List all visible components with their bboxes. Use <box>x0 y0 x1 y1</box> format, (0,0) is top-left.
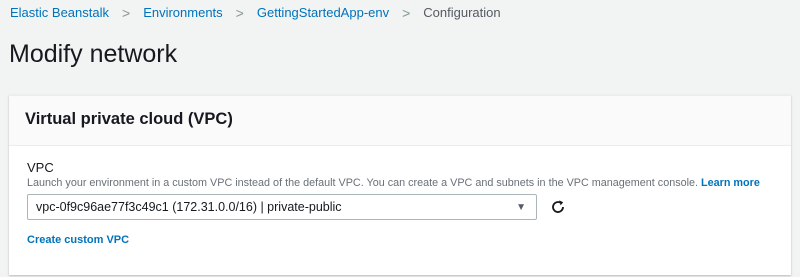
vpc-panel-body: VPC Launch your environment in a custom … <box>9 146 791 248</box>
vpc-select-dropdown[interactable]: vpc-0f9c96ae77f3c49c1 (172.31.0.0/16) | … <box>27 194 537 220</box>
page-title: Modify network <box>9 40 178 68</box>
refresh-button[interactable] <box>549 198 567 216</box>
vpc-panel-title: Virtual private cloud (VPC) <box>25 110 233 128</box>
breadcrumb-separator: > <box>402 5 411 21</box>
learn-more-link[interactable]: Learn more <box>701 177 760 189</box>
breadcrumb-elastic-beanstalk[interactable]: Elastic Beanstalk <box>10 5 109 21</box>
chevron-down-icon: ▼ <box>516 201 526 213</box>
vpc-panel-header: Virtual private cloud (VPC) <box>9 96 791 146</box>
breadcrumb-separator: > <box>122 5 131 21</box>
breadcrumb: Elastic Beanstalk > Environments > Getti… <box>10 5 501 21</box>
breadcrumb-separator: > <box>235 5 244 21</box>
vpc-panel: Virtual private cloud (VPC) VPC Launch y… <box>9 95 791 275</box>
vpc-field-description: Launch your environment in a custom VPC … <box>27 176 791 190</box>
vpc-field-label: VPC <box>27 160 54 175</box>
vpc-select-value: vpc-0f9c96ae77f3c49c1 (172.31.0.0/16) | … <box>36 200 342 214</box>
refresh-icon <box>552 200 564 213</box>
breadcrumb-environments[interactable]: Environments <box>143 5 222 21</box>
vpc-select-row: vpc-0f9c96ae77f3c49c1 (172.31.0.0/16) | … <box>27 194 791 220</box>
vpc-description-text: Launch your environment in a custom VPC … <box>27 177 699 189</box>
create-custom-vpc-link[interactable]: Create custom VPC <box>27 234 129 246</box>
breadcrumb-environment-name[interactable]: GettingStartedApp-env <box>257 5 389 21</box>
breadcrumb-current-configuration: Configuration <box>423 5 501 20</box>
